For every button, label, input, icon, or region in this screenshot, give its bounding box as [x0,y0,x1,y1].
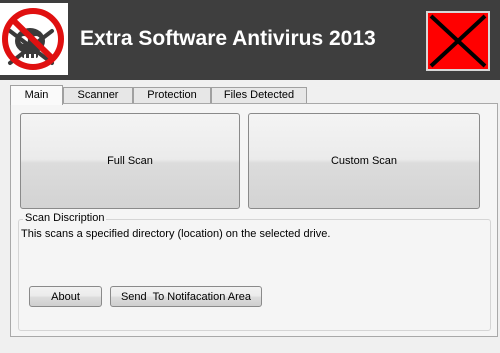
main-tab-panel: Full Scan Custom Scan Scan Discription T… [10,103,498,337]
about-button[interactable]: About [29,286,102,307]
scan-description-caption: Scan Discription [23,212,107,224]
tab-protection[interactable]: Protection [133,87,211,104]
full-scan-button[interactable]: Full Scan [20,113,240,209]
app-title: Extra Software Antivirus 2013 [80,27,376,50]
close-x-icon [429,14,487,68]
tab-main[interactable]: Main [10,85,63,105]
title-bar: Extra Software Antivirus 2013 [0,0,500,80]
custom-scan-button[interactable]: Custom Scan [248,113,480,209]
close-button[interactable] [426,11,490,71]
tab-files-detected[interactable]: Files Detected [211,87,307,104]
send-to-notification-area-button[interactable]: Send To Notifacation Area [110,286,262,307]
scan-description-group: Scan Discription This scans a specified … [18,212,491,331]
no-pirate-skull-icon [0,3,68,75]
scan-description-text: This scans a specified directory (locati… [21,228,331,240]
tab-scanner[interactable]: Scanner [63,87,133,104]
